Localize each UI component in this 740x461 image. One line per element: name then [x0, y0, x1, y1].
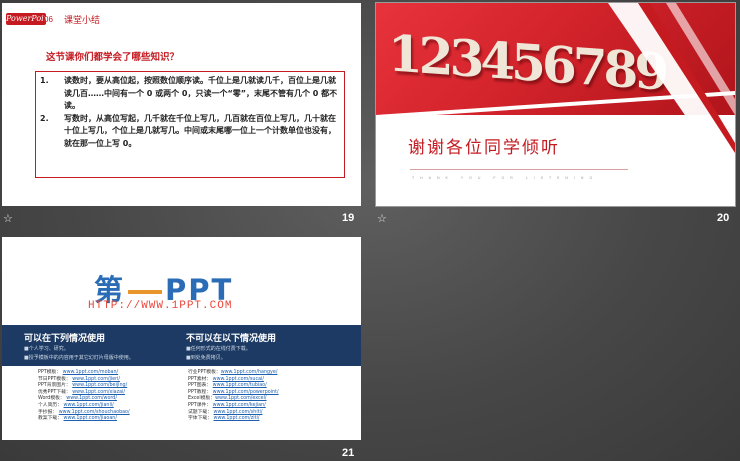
- link-label: 试题下载：: [188, 409, 212, 415]
- link-label: PPT教程：: [188, 389, 212, 395]
- link-label: 节日PPT模板：: [38, 376, 71, 382]
- link-url[interactable]: www.1ppt.com/moban/: [63, 370, 119, 375]
- link-row: 字体下载： www.1ppt.com/ziti/: [188, 416, 279, 423]
- slide-thumbnail-19[interactable]: PowerPoint 06 课堂小结 这节课你们都学会了哪些知识？ 1. 读数时…: [2, 3, 361, 206]
- slide-star-icon[interactable]: ☆: [3, 212, 13, 225]
- link-url[interactable]: www.1ppt.com/ziti/: [214, 416, 260, 421]
- link-url[interactable]: www.1ppt.com/tubiao/: [213, 383, 267, 388]
- link-url[interactable]: www.1ppt.com/kejian/: [213, 403, 266, 408]
- summary-item-number: 2.: [40, 113, 49, 123]
- link-url[interactable]: www.1ppt.com/shouchaobao/: [59, 410, 130, 415]
- link-label: PPT素材：: [188, 376, 212, 382]
- summary-item: 1. 读数时，要从高位起，按照数位顺序读。千位上是几就读几千，百位上是几就读几百…: [40, 75, 340, 113]
- link-row: Word模板： www.1ppt.com/word/: [38, 396, 130, 403]
- logo-dash: [128, 290, 163, 294]
- summary-item-text: 写数时，从高位写起，几千就在千位上写几，几百就在百位上写几，几十就在十位上写几，…: [64, 113, 336, 148]
- link-url[interactable]: www.1ppt.com/excel/: [215, 396, 266, 401]
- link-label: 优秀PPT下载：: [38, 389, 71, 395]
- summary-question: 这节课你们都学会了哪些知识？: [46, 52, 180, 63]
- link-row: PPT模板： www.1ppt.com/moban/: [38, 370, 130, 377]
- link-url[interactable]: www.1ppt.com/sucai/: [213, 377, 264, 382]
- slide-thumbnail-21[interactable]: 第 PPT HTTP://WWW.1PPT.COM 可以在下列情况使用 不可以在以…: [2, 237, 361, 440]
- section-number: 06: [44, 15, 53, 24]
- link-label: 字体下载：: [188, 416, 212, 422]
- section-title: 课堂小结: [64, 16, 101, 26]
- link-label: PPT背景图片：: [38, 383, 71, 389]
- link-row: 个人简历： www.1ppt.com/jianli/: [38, 403, 130, 410]
- left-links: PPT模板： www.1ppt.com/moban/ 节日PPT模板： www.…: [38, 370, 130, 423]
- link-row: PPT背景图片： www.1ppt.com/beijing/: [38, 383, 130, 390]
- link-label: 个人简历：: [38, 402, 62, 408]
- thanks-title: 谢谢各位同学倾听: [408, 138, 560, 158]
- link-label: PPT模板：: [38, 370, 62, 375]
- allowed-bullet: ■授予模板中的内容用于其它幻灯片母版中使用。: [24, 355, 134, 361]
- forbidden-heading: 不可以在以下情况使用: [186, 334, 277, 344]
- link-label: PPT课件：: [188, 402, 212, 408]
- right-links: 行业PPT模板：www.1ppt.com/hangye/ PPT素材： www.…: [188, 370, 279, 423]
- allowed-heading: 可以在下列情况使用: [24, 334, 106, 344]
- link-label: 手抄报：: [38, 409, 58, 415]
- forbidden-bullet: ■到处免费拷贝。: [186, 355, 226, 361]
- allowed-bullet: ■个人学习、研究。: [24, 346, 69, 352]
- slide-star-icon[interactable]: ☆: [377, 212, 387, 225]
- summary-item: 2. 写数时，从高位写起，几千就在千位上写几，几百就在百位上写几，几十就在十位上…: [40, 113, 340, 151]
- forbidden-bullet: ■任何形式的在线付费下载。: [186, 346, 251, 352]
- thanks-subtitle: THANK YOU FOR LISTENING: [412, 176, 599, 180]
- link-row: 行业PPT模板：www.1ppt.com/hangye/: [188, 370, 279, 377]
- link-row: PPT课件： www.1ppt.com/kejian/: [188, 403, 279, 410]
- slide-number-21: 21: [342, 447, 355, 459]
- link-url[interactable]: www.1ppt.com/jiaoan/: [64, 416, 117, 421]
- link-label: Word模板：: [38, 396, 65, 402]
- link-label: PPT图表：: [188, 383, 212, 389]
- link-url[interactable]: www.1ppt.com/jianli/: [64, 403, 114, 408]
- link-row: PPT图表： www.1ppt.com/tubiao/: [188, 383, 279, 390]
- slide-number-19: 19: [342, 212, 355, 224]
- link-row: 教案下载： www.1ppt.com/jiaoan/: [38, 416, 130, 423]
- link-label: 教案下载：: [38, 416, 62, 422]
- link-url[interactable]: www.1ppt.com/beijing/: [72, 383, 127, 388]
- link-url[interactable]: www.1ppt.com/xiazai/: [72, 390, 125, 395]
- link-url[interactable]: www.1ppt.com/powerpoint/: [213, 390, 279, 395]
- link-label: 行业PPT模板：: [188, 370, 221, 375]
- link-url[interactable]: www.1ppt.com/word/: [66, 396, 117, 401]
- summary-item-number: 1.: [40, 76, 49, 85]
- link-row: Excel模板：www.1ppt.com/excel/: [188, 396, 279, 403]
- title-divider: [410, 169, 628, 170]
- link-url[interactable]: www.1ppt.com/jieri/: [72, 377, 120, 382]
- brand-url: HTTP://WWW.1PPT.COM: [88, 300, 233, 312]
- summary-item-text: 读数时，要从高位起，按照数位顺序读。千位上是几就读几千，百位上是几就读几百……中…: [64, 76, 338, 110]
- slide-number-20: 20: [717, 212, 730, 224]
- summary-box: 1. 读数时，要从高位起，按照数位顺序读。千位上是几就读几千，百位上是几就读几百…: [35, 71, 345, 178]
- slide-tag-badge: PowerPoint: [6, 13, 53, 25]
- link-label: Excel模板：: [188, 396, 216, 402]
- link-url[interactable]: www.1ppt.com/hangye/: [221, 370, 278, 375]
- link-url[interactable]: www.1ppt.com/shiti/: [214, 410, 263, 415]
- slide-thumbnail-20[interactable]: 123456789 谢谢各位同学倾听 THANK YOU FOR LISTENI…: [375, 2, 736, 207]
